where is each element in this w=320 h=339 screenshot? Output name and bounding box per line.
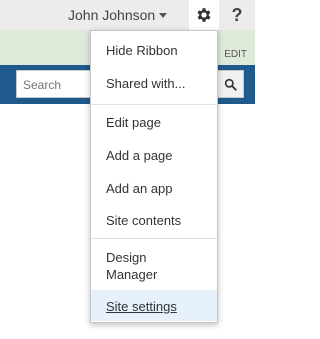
help-icon: ?: [231, 4, 243, 25]
menu-item-edit-page[interactable]: Edit page: [91, 110, 217, 134]
help-button[interactable]: ?: [222, 0, 252, 30]
edit-link[interactable]: EDIT: [224, 49, 247, 60]
menu-divider: [91, 238, 217, 239]
settings-menu: Hide Ribbon Shared with... Edit page Add…: [90, 30, 218, 323]
gear-icon: [197, 8, 211, 22]
search-input[interactable]: [23, 77, 83, 93]
search-icon: [224, 78, 237, 91]
menu-item-add-app[interactable]: Add an app: [91, 176, 217, 200]
chevron-down-icon: [159, 12, 168, 18]
menu-item-shared-with[interactable]: Shared with...: [91, 71, 217, 95]
top-bar: John Johnson ?: [0, 0, 255, 30]
menu-item-design-manager[interactable]: Design Manager: [91, 245, 191, 285]
user-menu[interactable]: John Johnson: [68, 0, 189, 30]
search-button[interactable]: [216, 70, 244, 98]
menu-item-hide-ribbon[interactable]: Hide Ribbon: [91, 38, 217, 62]
menu-item-site-contents[interactable]: Site contents: [91, 208, 217, 232]
menu-item-site-settings[interactable]: Site settings: [91, 290, 217, 321]
menu-item-add-page[interactable]: Add a page: [91, 143, 217, 167]
user-name: John Johnson: [68, 7, 156, 23]
menu-divider: [91, 104, 217, 105]
settings-button[interactable]: [189, 0, 219, 30]
